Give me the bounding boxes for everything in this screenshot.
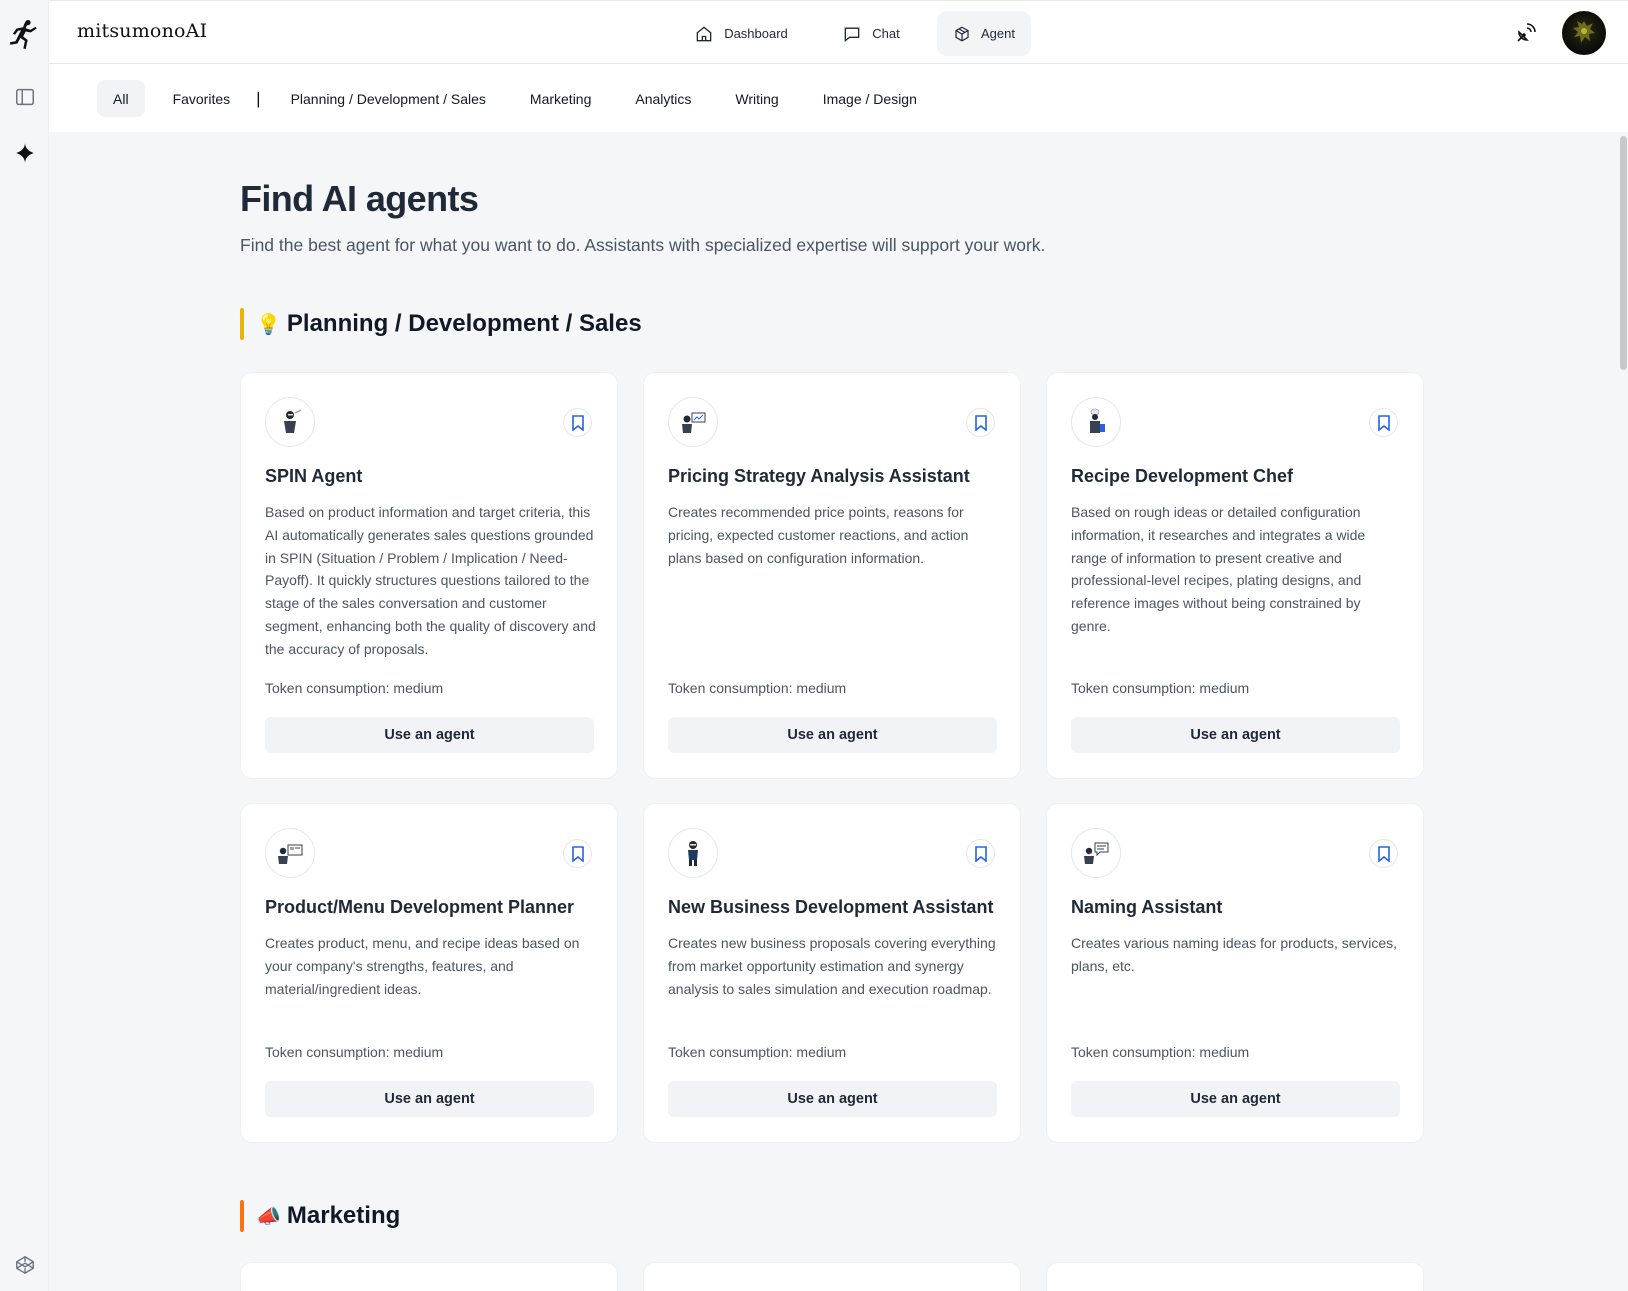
bookmark-button[interactable] <box>563 839 592 868</box>
scrollbar-thumb[interactable] <box>1620 136 1627 370</box>
sparkle-icon[interactable] <box>12 140 38 166</box>
cube-icon <box>955 26 969 41</box>
ninja-standing-icon <box>668 828 718 878</box>
main-content: Find AI agents Find the best agent for w… <box>49 132 1619 1291</box>
agent-card: Product/Menu Development Planner Creates… <box>240 803 618 1143</box>
bookmark-icon <box>571 845 584 862</box>
agent-card <box>240 1262 618 1291</box>
agent-name: Pricing Strategy Analysis Assistant <box>668 466 970 486</box>
tab-all[interactable]: All <box>97 80 145 117</box>
agent-description: Creates new business proposals covering … <box>668 935 996 997</box>
brand-name[interactable]: mitsumonoAI <box>77 20 207 42</box>
tab-analytics[interactable]: Analytics <box>619 80 707 117</box>
token-consumption: Token consumption: medium <box>668 680 847 696</box>
section-title: Marketing <box>286 1202 401 1229</box>
use-agent-button[interactable]: Use an agent <box>265 717 594 753</box>
section-header-marketing: 📣 Marketing <box>240 1200 400 1232</box>
use-agent-button[interactable]: Use an agent <box>668 1081 997 1117</box>
agent-name: Product/Menu Development Planner <box>265 897 575 917</box>
nav-agent-label: Agent <box>981 26 1015 41</box>
agent-name: Recipe Development Chef <box>1071 466 1294 486</box>
satellite-dish-icon[interactable] <box>1514 21 1538 45</box>
bookmark-button[interactable] <box>1369 839 1398 868</box>
agent-card: SPIN Agent Based on product information … <box>240 372 618 779</box>
section-accent-bar <box>240 308 244 340</box>
agent-card: Pricing Strategy Analysis Assistant Crea… <box>643 372 1021 779</box>
use-agent-button[interactable]: Use an agent <box>1071 1081 1400 1117</box>
page-title: Find AI agents <box>240 178 479 219</box>
nav-chat-label: Chat <box>872 26 900 41</box>
agent-name: New Business Development Assistant <box>668 897 994 917</box>
nav-chat[interactable]: Chat <box>819 11 923 56</box>
bookmark-button[interactable] <box>1369 408 1398 437</box>
bookmark-button[interactable] <box>966 839 995 868</box>
bookmark-icon <box>1377 414 1390 431</box>
ninja-salesperson-icon <box>265 397 315 447</box>
ninja-chef-icon <box>1071 397 1121 447</box>
lightbulb-icon: 💡 <box>256 313 281 336</box>
agent-name: SPIN Agent <box>265 466 363 486</box>
bookmark-icon <box>974 414 987 431</box>
agent-description: Creates product, menu, and recipe ideas … <box>265 935 580 997</box>
nav-dashboard[interactable]: Dashboard <box>673 11 809 56</box>
category-tabs: All Favorites | Planning / Development /… <box>49 64 1628 132</box>
page-scrollbar[interactable] <box>1619 132 1628 1291</box>
sidebar-toggle-icon[interactable] <box>12 84 38 110</box>
tab-separator: | <box>256 88 261 108</box>
agent-card <box>643 1262 1021 1291</box>
bookmark-icon <box>974 845 987 862</box>
token-consumption: Token consumption: medium <box>668 1044 847 1060</box>
ninja-board-icon <box>265 828 315 878</box>
agent-card: Naming Assistant Creates various naming … <box>1046 803 1424 1143</box>
top-header: mitsumonoAI Dashboard Chat Agent <box>49 0 1628 64</box>
use-agent-button[interactable]: Use an agent <box>1071 717 1400 753</box>
agent-name: Naming Assistant <box>1071 897 1223 917</box>
token-consumption: Token consumption: medium <box>1071 680 1250 696</box>
token-consumption: Token consumption: medium <box>265 680 444 696</box>
agent-description: Creates various naming ideas for product… <box>1071 935 1398 974</box>
codepen-cube-icon[interactable] <box>12 1252 38 1278</box>
agent-description: Creates recommended price points, reason… <box>668 504 969 566</box>
nav-dashboard-label: Dashboard <box>724 26 788 41</box>
tab-favorites[interactable]: Favorites <box>157 80 247 117</box>
use-agent-button[interactable]: Use an agent <box>265 1081 594 1117</box>
use-agent-button[interactable]: Use an agent <box>668 717 997 753</box>
bookmark-button[interactable] <box>966 408 995 437</box>
section-title: Planning / Development / Sales <box>286 310 642 337</box>
agent-description: Based on rough ideas or detailed configu… <box>1071 504 1366 634</box>
section-header-planning: 💡 Planning / Development / Sales <box>240 308 642 340</box>
agent-card <box>1046 1262 1424 1291</box>
ninja-chart-icon <box>668 397 718 447</box>
running-figure-logo[interactable] <box>9 18 41 56</box>
tab-image-design[interactable]: Image / Design <box>807 80 933 117</box>
agent-card: Recipe Development Chef Based on rough i… <box>1046 372 1424 779</box>
section-accent-bar <box>240 1200 244 1232</box>
main-nav: Dashboard Chat Agent <box>673 11 1031 56</box>
nav-agent[interactable]: Agent <box>937 11 1031 56</box>
chat-bubble-icon <box>844 27 860 42</box>
agent-card: New Business Development Assistant Creat… <box>643 803 1021 1143</box>
user-avatar[interactable] <box>1562 11 1606 55</box>
ninja-speech-icon <box>1071 828 1121 878</box>
token-consumption: Token consumption: medium <box>1071 1044 1250 1060</box>
megaphone-icon: 📣 <box>256 1205 281 1228</box>
home-icon <box>696 25 712 41</box>
bookmark-button[interactable] <box>563 408 592 437</box>
tab-planning[interactable]: Planning / Development / Sales <box>275 80 502 117</box>
bookmark-icon <box>1377 845 1390 862</box>
page-subtitle: Find the best agent for what you want to… <box>240 235 1046 255</box>
bookmark-icon <box>571 414 584 431</box>
token-consumption: Token consumption: medium <box>265 1044 444 1060</box>
tab-marketing[interactable]: Marketing <box>514 80 607 117</box>
agent-description: Based on product information and target … <box>265 504 596 657</box>
tab-writing[interactable]: Writing <box>719 80 794 117</box>
left-rail <box>0 0 49 1291</box>
